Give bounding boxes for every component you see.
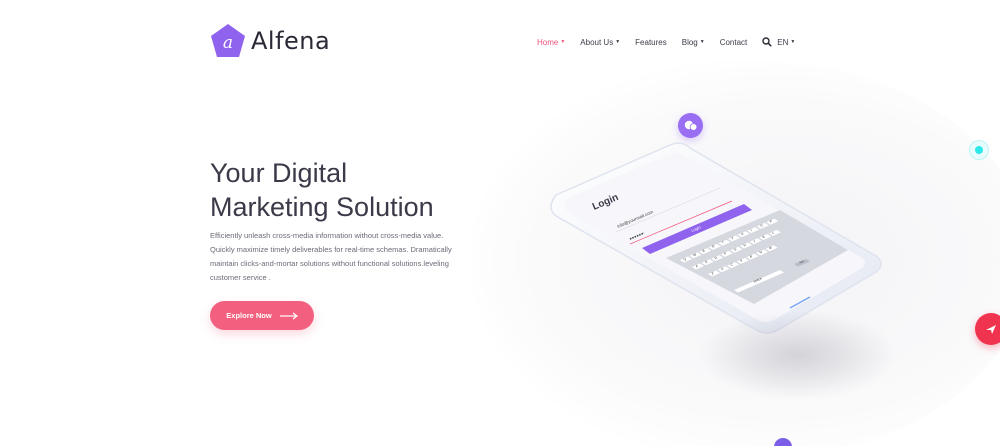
chevron-down-icon: ▼ <box>790 39 796 45</box>
phone-mockup: Login info@yourmail.com Login QWERTYUIOP… <box>548 140 898 400</box>
chevron-down-icon: ▼ <box>699 39 705 45</box>
cyan-dot-icon <box>975 146 983 154</box>
nav-item-home[interactable]: Home ▼ <box>537 38 565 47</box>
main-nav: Home ▼ About Us ▼ Features Blog ▼ Contac… <box>537 37 795 47</box>
language-label: EN <box>777 37 789 47</box>
hero-description: Efficiently unleash cross-media informat… <box>210 231 452 282</box>
airplane-icon <box>986 325 996 334</box>
cyan-dot-badge <box>969 140 989 160</box>
logo-pentagon-icon: a <box>211 24 245 57</box>
nav-item-label: Home <box>537 37 559 47</box>
nav-item-about-us[interactable]: About Us ▼ <box>580 38 620 47</box>
chat-bubbles-icon <box>684 120 697 131</box>
nav-item-label: Features <box>635 37 667 47</box>
logo-letter: a <box>223 33 233 53</box>
brand-name: Alfena <box>251 27 331 55</box>
search-icon[interactable] <box>762 37 773 47</box>
language-selector[interactable]: EN ▼ <box>777 38 795 47</box>
hero-title: Your Digital Marketing Solution <box>210 156 434 224</box>
phone-shadow <box>698 310 898 400</box>
brand-logo[interactable]: a Alfena <box>210 23 330 59</box>
explore-now-label: Explore Now <box>226 311 272 320</box>
chevron-down-icon: ▼ <box>615 39 621 45</box>
plane-badge <box>975 313 1000 345</box>
nav-item-label: About Us <box>580 37 614 47</box>
nav-item-contact[interactable]: Contact <box>720 38 748 47</box>
nav-item-features[interactable]: Features <box>635 38 667 47</box>
arrow-right-icon <box>279 312 298 319</box>
chat-bubble-badge <box>678 113 703 138</box>
nav-item-blog[interactable]: Blog ▼ <box>682 38 705 47</box>
nav-item-label: Contact <box>719 37 748 47</box>
chevron-down-icon: ▼ <box>560 39 566 45</box>
nav-item-label: Blog <box>681 37 698 47</box>
explore-now-button[interactable]: Explore Now <box>210 301 314 330</box>
hero-title-line-2: Marketing Solution <box>210 192 434 222</box>
hero-title-line-1: Your Digital <box>210 158 348 188</box>
